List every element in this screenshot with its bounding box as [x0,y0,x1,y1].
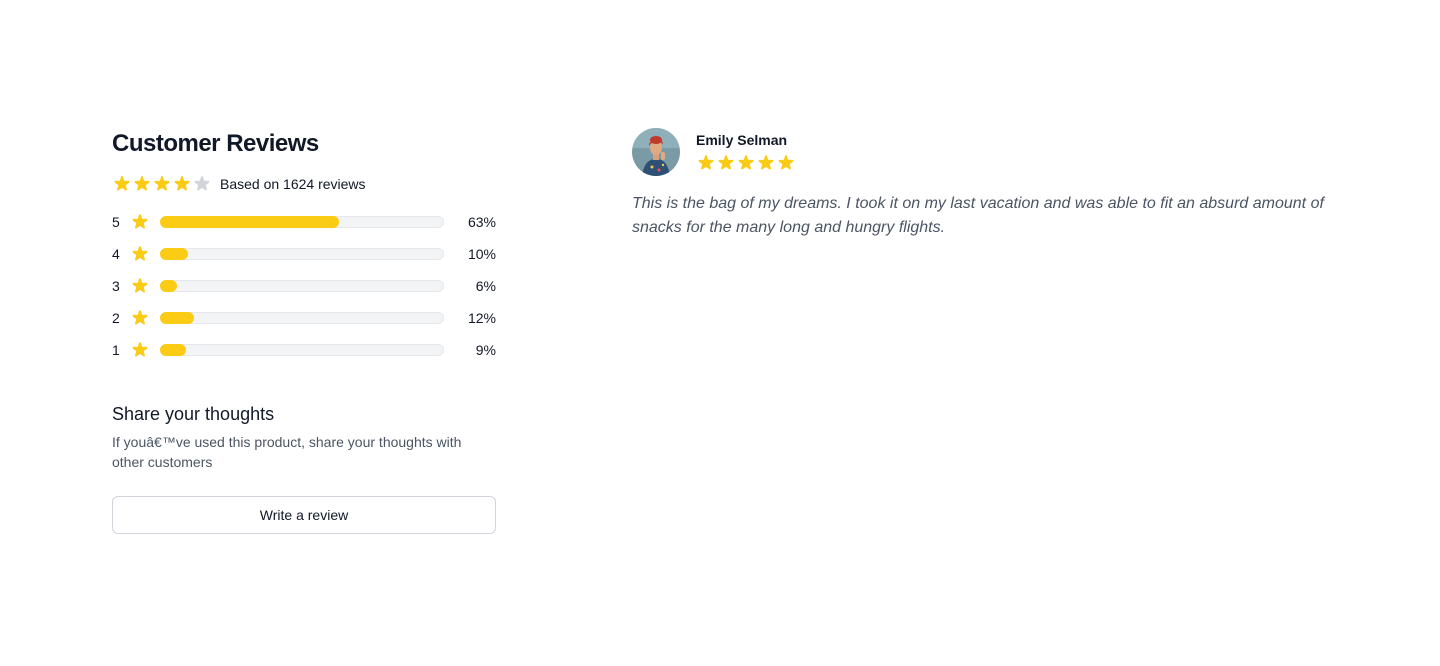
star-filled-icon [172,174,192,194]
reviews-heading: Customer Reviews [112,130,319,157]
rating-bar-track [160,248,444,260]
reviewer-name: Emily Selman [696,132,788,148]
star-filled-icon [152,174,172,194]
rating-row-3: 3 6% [112,274,496,298]
rating-bar-track [160,280,444,292]
rating-row-5: 5 63% [112,210,496,234]
star-filled-icon [736,153,756,173]
rating-row-percent: 9% [475,342,496,358]
average-rating: Based on 1624 reviews [112,172,496,196]
rating-row-stars-label: 3 [112,278,120,294]
rating-row-stars-label: 1 [112,342,120,358]
star-filled-icon [696,153,716,173]
rating-bar-track [160,344,444,356]
rating-row-percent: 10% [467,246,496,262]
rating-row-stars-label: 2 [112,310,120,326]
share-thoughts-title: Share your thoughts [112,404,275,424]
review-item: Emily Selman This is the bag of my dream… [632,128,1332,240]
rating-row-percent: 63% [467,214,496,230]
rating-row-percent: 6% [475,278,496,294]
rating-distribution: 5 63% 4 10% 3 6% 2 12% 1 9% [112,210,496,362]
reviews-summary-panel: Customer Reviews Based on 1624 reviews 5… [112,128,496,534]
star-filled-icon [776,153,796,173]
rating-row-4: 4 10% [112,242,496,266]
star-filled-icon [112,174,132,194]
rating-bar-fill [160,216,339,228]
rating-bar-fill [160,248,189,260]
review-header: Emily Selman [632,128,1332,176]
review-rating-stars [696,153,796,173]
star-filled-icon [132,174,152,194]
rating-bar-fill [160,344,186,356]
star-icon [130,276,150,296]
star-icon [130,308,150,328]
reviewer-avatar [632,128,680,176]
rating-row-stars-label: 4 [112,246,120,262]
review-count-text: Based on 1624 reviews [220,176,366,192]
rating-row-1: 1 9% [112,338,496,362]
rating-bar-fill [160,280,178,292]
rating-row-percent: 12% [467,310,496,326]
star-empty-icon [192,174,212,194]
reviewer-info: Emily Selman [696,128,796,173]
review-text: This is the bag of my dreams. I took it … [632,195,1324,236]
star-icon [130,244,150,264]
star-filled-icon [756,153,776,173]
write-review-button[interactable]: Write a review [112,496,496,534]
rating-bar-track [160,312,444,324]
star-icon [130,340,150,360]
star-icon [130,212,150,232]
rating-bar-fill [160,312,195,324]
star-filled-icon [716,153,736,173]
rating-row-2: 2 12% [112,306,496,330]
share-thoughts-text: If youâ€™ve used this product, share you… [112,434,462,470]
average-rating-stars [112,174,212,194]
rating-row-stars-label: 5 [112,214,120,230]
rating-bar-track [160,216,444,228]
